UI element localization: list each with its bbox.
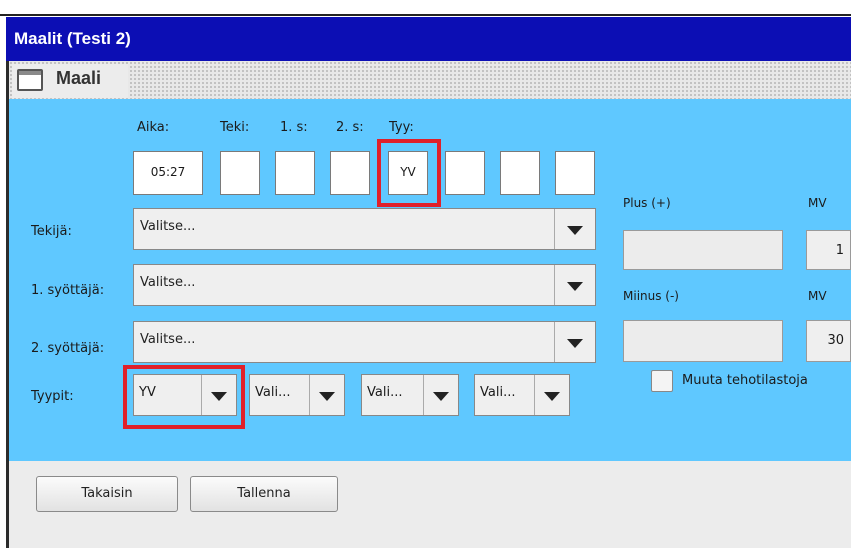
mv-minus-label: MV: [808, 289, 827, 303]
assist2-header: 2. s:: [336, 120, 364, 135]
stats-checkbox[interactable]: [651, 370, 673, 392]
type-select-3[interactable]: Vali...: [361, 374, 459, 416]
scorer-label: Tekijä:: [31, 224, 72, 239]
save-button[interactable]: Tallenna: [190, 476, 338, 512]
assist2-label: 2. syöttäjä:: [31, 341, 105, 356]
type-select-2[interactable]: Vali...: [249, 374, 345, 416]
chevron-down-icon[interactable]: [554, 265, 595, 305]
scorer-number-field[interactable]: [220, 151, 260, 195]
mv-plus-label: MV: [808, 196, 827, 210]
type-header: Tyy:: [389, 120, 414, 135]
highlight-type-field: [377, 139, 441, 207]
plus-label: Plus (+): [623, 196, 671, 210]
panel-title: Maali: [56, 68, 102, 88]
divider: [0, 14, 586, 16]
assist2-select[interactable]: Valitse...: [133, 321, 596, 363]
type-field-3[interactable]: [500, 151, 540, 195]
time-header: Aika:: [137, 120, 170, 135]
time-field[interactable]: 05:27: [133, 151, 203, 195]
mv-minus-field[interactable]: 30: [806, 320, 851, 362]
types-label: Tyypit:: [31, 389, 74, 404]
assist2-number-field[interactable]: [330, 151, 370, 195]
highlight-type-select: [123, 365, 245, 429]
stats-checkbox-label: Muuta tehotilastoja: [682, 373, 808, 388]
assist1-number-field[interactable]: [275, 151, 315, 195]
chevron-down-icon[interactable]: [554, 209, 595, 249]
type-field-2[interactable]: [445, 151, 485, 195]
plus-players-field[interactable]: [623, 230, 783, 270]
back-button[interactable]: Takaisin: [36, 476, 178, 512]
assist1-label: 1. syöttäjä:: [31, 283, 105, 298]
panel-header: [9, 61, 851, 99]
scorer-select[interactable]: Valitse...: [133, 208, 596, 250]
assist1-select[interactable]: Valitse...: [133, 264, 596, 306]
chevron-down-icon[interactable]: [423, 375, 458, 415]
chevron-down-icon[interactable]: [554, 322, 595, 362]
assist1-header: 1. s:: [280, 120, 308, 135]
chevron-down-icon[interactable]: [534, 375, 569, 415]
minus-players-field[interactable]: [623, 320, 783, 362]
mv-plus-field[interactable]: 1: [806, 230, 851, 270]
type-field-4[interactable]: [555, 151, 595, 195]
top-fragment: [0, 0, 851, 17]
window-title: Maalit (Testi 2): [6, 17, 851, 61]
type-select-4[interactable]: Vali...: [474, 374, 570, 416]
scorer-header: Teki:: [220, 120, 250, 135]
chevron-down-icon[interactable]: [309, 375, 344, 415]
divider: [575, 14, 851, 16]
window-icon: [17, 69, 43, 91]
minus-label: Miinus (-): [623, 289, 679, 303]
